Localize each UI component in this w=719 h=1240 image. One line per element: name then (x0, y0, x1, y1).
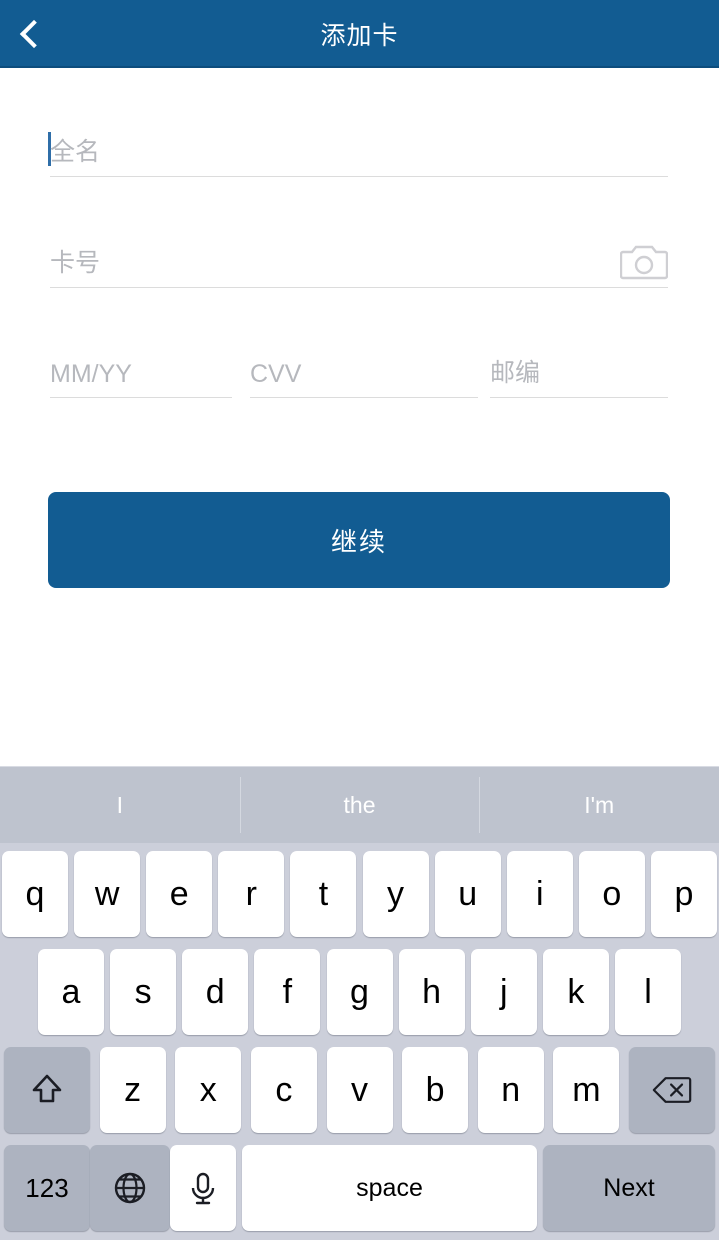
key-e[interactable]: e (146, 851, 213, 937)
key-h[interactable]: h (398, 949, 465, 1035)
key-m[interactable]: m (553, 1047, 620, 1133)
keyboard-row-1: q w e r t y u i o p (0, 849, 719, 939)
globe-icon (114, 1172, 146, 1204)
expiry-field[interactable]: MM/YY (50, 333, 232, 398)
key-j[interactable]: j (470, 949, 537, 1035)
dictation-key[interactable] (170, 1145, 236, 1231)
key-v[interactable]: v (326, 1047, 393, 1133)
key-b[interactable]: b (402, 1047, 469, 1133)
camera-icon[interactable] (619, 243, 669, 281)
space-key[interactable]: space (242, 1145, 537, 1231)
key-z[interactable]: z (99, 1047, 166, 1133)
shift-icon (32, 1074, 62, 1103)
expiry-placeholder: MM/YY (50, 360, 132, 388)
backspace-key[interactable] (629, 1047, 715, 1133)
add-card-screen: 添加卡 全名 卡号 MM/YY CVV 邮编 继续 I the I'm q w … (0, 0, 719, 1240)
key-q[interactable]: q (2, 851, 68, 937)
key-d[interactable]: d (182, 949, 249, 1035)
postal-code-placeholder: 邮编 (490, 359, 541, 387)
app-header: 添加卡 (0, 0, 719, 68)
backspace-icon (652, 1077, 692, 1103)
page-title: 添加卡 (320, 22, 399, 50)
cvv-field[interactable]: CVV (250, 333, 478, 398)
numbers-key[interactable]: 123 (4, 1145, 90, 1231)
full-name-field[interactable]: 全名 (48, 112, 668, 177)
globe-key[interactable] (90, 1145, 170, 1231)
key-x[interactable]: x (175, 1047, 242, 1133)
key-t[interactable]: t (290, 851, 357, 937)
key-l[interactable]: l (615, 949, 681, 1035)
key-c[interactable]: c (250, 1047, 317, 1133)
key-k[interactable]: k (542, 949, 609, 1035)
suggestion-item[interactable]: I'm (479, 767, 719, 843)
keyboard-row-4: 123 space Next (0, 1143, 719, 1233)
key-g[interactable]: g (326, 949, 393, 1035)
key-w[interactable]: w (74, 851, 141, 937)
key-p[interactable]: p (650, 851, 717, 937)
return-key[interactable]: Next (543, 1145, 715, 1231)
keyboard-row-3: z x c v b n m (0, 1045, 719, 1135)
keyboard-row-2: a s d f g h j k l (0, 947, 719, 1037)
key-r[interactable]: r (218, 851, 285, 937)
cvv-placeholder: CVV (250, 360, 302, 388)
key-o[interactable]: o (578, 851, 645, 937)
card-number-field[interactable]: 卡号 (50, 223, 669, 288)
key-f[interactable]: f (254, 949, 321, 1035)
full-name-placeholder: 全名 (50, 138, 101, 166)
shift-key[interactable] (4, 1047, 90, 1133)
suggestion-item[interactable]: the (239, 767, 480, 843)
virtual-keyboard: I the I'm q w e r t y u i o p a s d f g … (0, 766, 719, 1240)
card-number-placeholder: 卡号 (50, 249, 101, 277)
microphone-icon (191, 1172, 215, 1205)
suggestion-bar: I the I'm (0, 766, 719, 843)
suggestion-item[interactable]: I (0, 767, 240, 843)
key-n[interactable]: n (477, 1047, 544, 1133)
key-i[interactable]: i (506, 851, 573, 937)
key-a[interactable]: a (38, 949, 104, 1035)
key-s[interactable]: s (110, 949, 177, 1035)
continue-button[interactable]: 继续 (48, 492, 670, 588)
key-u[interactable]: u (434, 851, 501, 937)
postal-code-field[interactable]: 邮编 (490, 333, 668, 398)
key-y[interactable]: y (362, 851, 429, 937)
